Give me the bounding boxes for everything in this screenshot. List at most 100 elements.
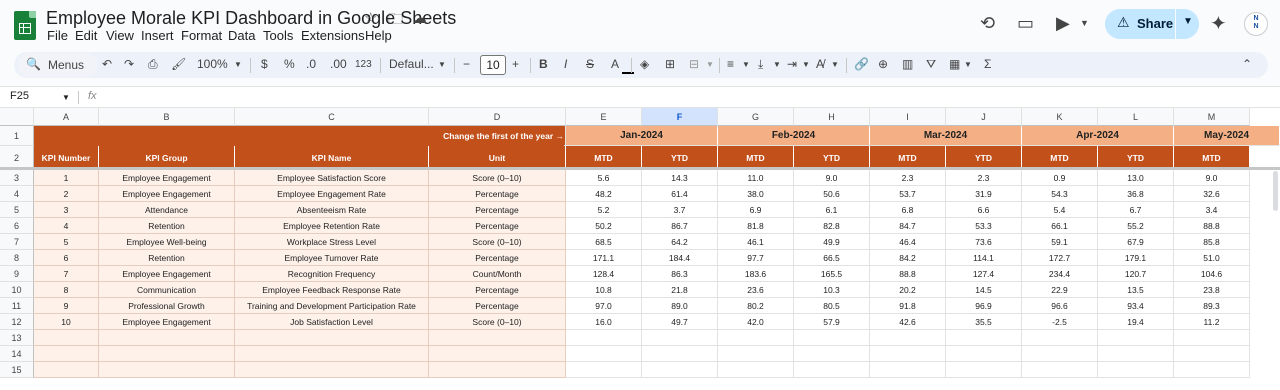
row-header-3[interactable]: 3 <box>0 170 34 186</box>
value-cell[interactable]: 13.0 <box>1098 170 1174 186</box>
value-cell[interactable]: 53.3 <box>946 218 1022 234</box>
row-header-5[interactable]: 5 <box>0 202 34 218</box>
kpi-group-cell[interactable]: Employee Engagement <box>99 266 235 282</box>
value-cell[interactable]: 89.0 <box>642 298 718 314</box>
star-icon[interactable]: ☆ <box>364 9 377 27</box>
kpi-name-cell[interactable]: Recognition Frequency <box>235 266 429 282</box>
empty-cell[interactable] <box>566 362 642 378</box>
value-cell[interactable]: 82.8 <box>794 218 870 234</box>
empty-kpi-cell[interactable] <box>235 362 429 378</box>
kpi-name-cell[interactable]: Employee Engagement Rate <box>235 186 429 202</box>
row-header-11[interactable]: 11 <box>0 298 34 314</box>
value-cell[interactable]: 5.4 <box>1022 202 1098 218</box>
column-header-i[interactable]: I <box>870 108 946 126</box>
value-cell[interactable]: 68.5 <box>566 234 642 250</box>
wrap-dropdown-icon[interactable]: ▼ <box>802 60 810 69</box>
gemini-icon[interactable]: ✦ <box>1210 11 1227 36</box>
zoom-select[interactable]: 100% <box>197 57 228 71</box>
value-cell[interactable]: 120.7 <box>1098 266 1174 282</box>
vertical-align-icon[interactable]: ⤓ <box>758 57 763 72</box>
redo-icon[interactable]: ↷ <box>124 57 134 71</box>
kpi-unit-cell[interactable]: Percentage <box>429 186 566 202</box>
value-cell[interactable]: 59.1 <box>1022 234 1098 250</box>
insert-link-icon[interactable]: 🔗 <box>854 57 869 71</box>
value-cell[interactable]: 67.9 <box>1098 234 1174 250</box>
kpi-group-cell[interactable]: Employee Engagement <box>99 186 235 202</box>
insert-chart-icon[interactable]: ▥ <box>902 57 913 71</box>
empty-cell[interactable] <box>718 330 794 346</box>
row-header-7[interactable]: 7 <box>0 234 34 250</box>
value-cell[interactable]: 6.6 <box>946 202 1022 218</box>
functions-icon[interactable]: Σ <box>984 57 991 71</box>
menus-search[interactable]: 🔍 Menus <box>18 53 98 77</box>
row-header-4[interactable]: 4 <box>0 186 34 202</box>
menu-format[interactable]: Format <box>181 28 222 43</box>
kpi-unit-cell[interactable]: Percentage <box>429 282 566 298</box>
value-cell[interactable]: 6.7 <box>1098 202 1174 218</box>
decrease-decimal-button[interactable]: .0 <box>306 57 316 71</box>
increase-decimal-button[interactable]: .00 <box>330 57 347 71</box>
value-cell[interactable]: 19.4 <box>1098 314 1174 330</box>
value-cell[interactable]: 171.1 <box>566 250 642 266</box>
value-cell[interactable]: 49.9 <box>794 234 870 250</box>
empty-kpi-cell[interactable] <box>99 330 235 346</box>
value-cell[interactable]: 64.2 <box>642 234 718 250</box>
empty-cell[interactable] <box>1174 346 1250 362</box>
more-formats-button[interactable]: 123 <box>355 59 372 70</box>
kpi-unit-cell[interactable]: Percentage <box>429 298 566 314</box>
kpi-unit-cell[interactable]: Score (0–10) <box>429 314 566 330</box>
empty-cell[interactable] <box>870 330 946 346</box>
font-size-input[interactable]: 10 <box>480 55 506 75</box>
name-box[interactable]: F25 <box>10 90 29 102</box>
kpi-group-cell[interactable]: Attendance <box>99 202 235 218</box>
empty-kpi-cell[interactable] <box>99 362 235 378</box>
zoom-dropdown-icon[interactable]: ▼ <box>234 60 242 69</box>
empty-cell[interactable] <box>642 346 718 362</box>
column-header-c[interactable]: C <box>235 108 429 126</box>
italic-button[interactable]: I <box>564 57 567 71</box>
menu-edit[interactable]: Edit <box>75 28 97 43</box>
empty-cell[interactable] <box>794 346 870 362</box>
value-cell[interactable]: 5.6 <box>566 170 642 186</box>
value-cell[interactable]: 5.2 <box>566 202 642 218</box>
empty-cell[interactable] <box>718 346 794 362</box>
value-cell[interactable]: 10.3 <box>794 282 870 298</box>
value-cell[interactable]: 61.4 <box>642 186 718 202</box>
menu-view[interactable]: View <box>106 28 134 43</box>
select-all-corner[interactable] <box>0 108 34 126</box>
value-cell[interactable]: 6.8 <box>870 202 946 218</box>
empty-kpi-cell[interactable] <box>34 362 99 378</box>
menu-help[interactable]: Help <box>365 28 392 43</box>
meet-icon[interactable]: ▶ <box>1056 13 1070 34</box>
rotation-dropdown-icon[interactable]: ▼ <box>831 60 839 69</box>
value-cell[interactable]: -2.5 <box>1022 314 1098 330</box>
empty-cell[interactable] <box>1022 362 1098 378</box>
kpi-name-cell[interactable]: Workplace Stress Level <box>235 234 429 250</box>
empty-kpi-cell[interactable] <box>429 330 566 346</box>
menu-insert[interactable]: Insert <box>141 28 174 43</box>
percent-format-button[interactable]: % <box>284 57 295 71</box>
value-cell[interactable]: 66.5 <box>794 250 870 266</box>
value-cell[interactable]: 128.4 <box>566 266 642 282</box>
value-cell[interactable]: 89.3 <box>1174 298 1250 314</box>
value-cell[interactable]: 16.0 <box>566 314 642 330</box>
filter-views-icon[interactable]: ▦ <box>949 57 960 71</box>
value-cell[interactable]: 91.8 <box>870 298 946 314</box>
kpi-group-cell[interactable]: Professional Growth <box>99 298 235 314</box>
column-header-a[interactable]: A <box>34 108 99 126</box>
kpi-name-cell[interactable]: Employee Retention Rate <box>235 218 429 234</box>
row-header-12[interactable]: 12 <box>0 314 34 330</box>
empty-cell[interactable] <box>1174 330 1250 346</box>
value-cell[interactable]: 88.8 <box>870 266 946 282</box>
currency-format-button[interactable]: $ <box>261 57 268 71</box>
value-cell[interactable]: 9.0 <box>794 170 870 186</box>
kpi-number-cell[interactable]: 1 <box>34 170 99 186</box>
value-cell[interactable]: 2.3 <box>870 170 946 186</box>
kpi-name-cell[interactable]: Training and Development Participation R… <box>235 298 429 314</box>
kpi-number-cell[interactable]: 2 <box>34 186 99 202</box>
value-cell[interactable]: 36.8 <box>1098 186 1174 202</box>
kpi-group-cell[interactable]: Employee Engagement <box>99 314 235 330</box>
value-cell[interactable]: 84.7 <box>870 218 946 234</box>
empty-kpi-cell[interactable] <box>99 346 235 362</box>
borders-icon[interactable]: ⊞ <box>665 57 675 71</box>
